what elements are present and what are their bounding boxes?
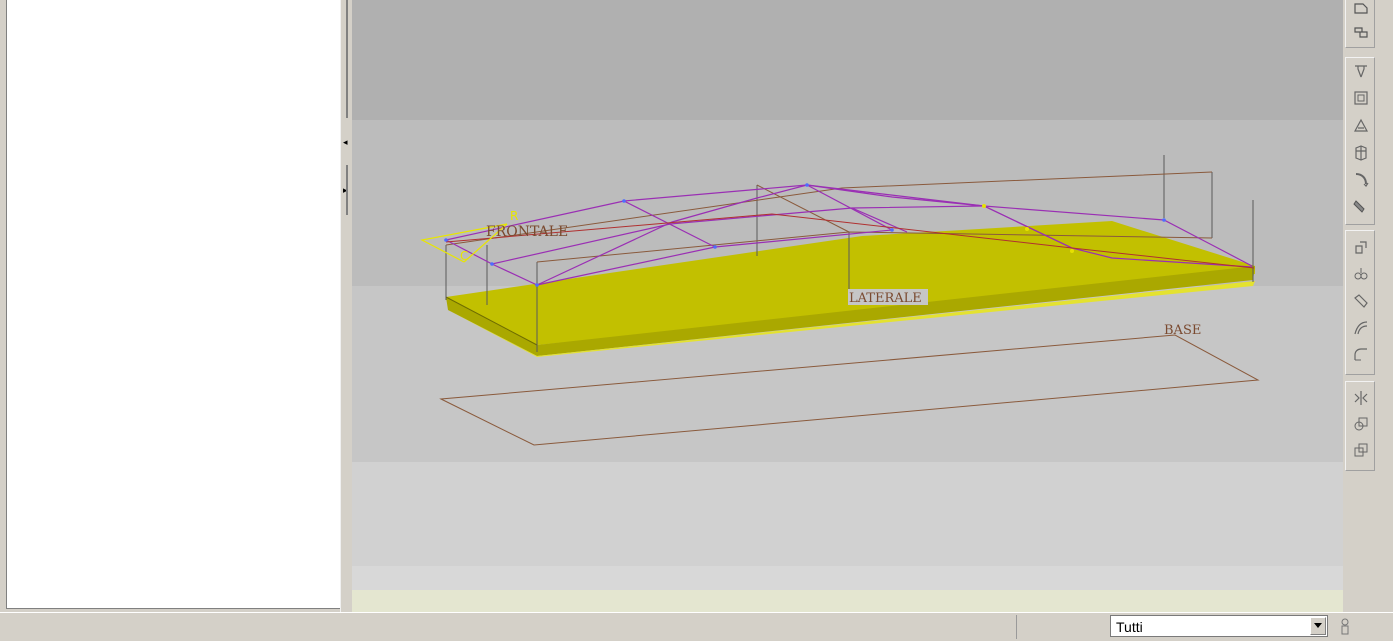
mirror-icon[interactable] (1350, 387, 1372, 409)
right-feature-toolbar (1343, 0, 1393, 612)
splitter-grip-mid (346, 165, 348, 215)
csys-label-r: R (510, 209, 518, 223)
datum-label-frontale[interactable]: FRONTALE (486, 224, 568, 240)
sweep-icon[interactable] (1350, 168, 1372, 190)
round-icon[interactable] (1350, 195, 1372, 217)
collapse-left-icon[interactable]: ◂ (343, 138, 348, 148)
status-bar: Tutti (0, 612, 1393, 641)
csys-label-c: C (460, 249, 468, 263)
toolbar-group-features (1345, 57, 1375, 225)
surface-icon[interactable] (1350, 317, 1372, 339)
bg-band (352, 566, 1343, 590)
draft-icon[interactable] (1350, 290, 1372, 312)
model-canvas[interactable]: R C FRONTALE LATERALE BASE (352, 0, 1343, 612)
datum-label-base[interactable]: BASE (1164, 323, 1201, 338)
selection-filter-dropdown[interactable]: Tutti (1110, 615, 1328, 637)
dropdown-arrow-icon[interactable] (1310, 617, 1326, 635)
blend-icon[interactable] (1350, 236, 1372, 258)
merge-icon[interactable] (1350, 413, 1372, 435)
left-panel (0, 0, 348, 612)
model-tree-panel[interactable] (6, 0, 341, 609)
coordinate-system-icon[interactable] (1350, 141, 1372, 163)
pattern-icon[interactable] (1350, 263, 1372, 285)
datum-label-laterale[interactable]: LATERALE (849, 291, 922, 306)
toolbar-group-edit (1345, 230, 1375, 375)
status-indicator-icon[interactable] (1338, 617, 1352, 637)
toolbar-group-transform (1345, 381, 1375, 471)
bg-band (352, 0, 1343, 120)
datum-curve-icon[interactable] (1350, 114, 1372, 136)
shell-icon[interactable] (1350, 344, 1372, 366)
copy-icon[interactable] (1350, 439, 1372, 461)
bg-band (352, 590, 1343, 612)
datum-plane-icon[interactable] (1350, 21, 1372, 43)
display-style-icon[interactable] (1350, 0, 1372, 21)
bg-band (352, 462, 1343, 566)
status-divider (1016, 615, 1017, 639)
splitter-grip-top (346, 0, 348, 118)
sketch-box-icon[interactable] (1350, 87, 1372, 109)
selection-filter-value: Tutti (1116, 619, 1143, 635)
toolbar-group-top (1345, 0, 1375, 48)
graphics-viewport[interactable]: R C FRONTALE LATERALE BASE (352, 0, 1343, 612)
axis-icon[interactable] (1350, 60, 1372, 82)
